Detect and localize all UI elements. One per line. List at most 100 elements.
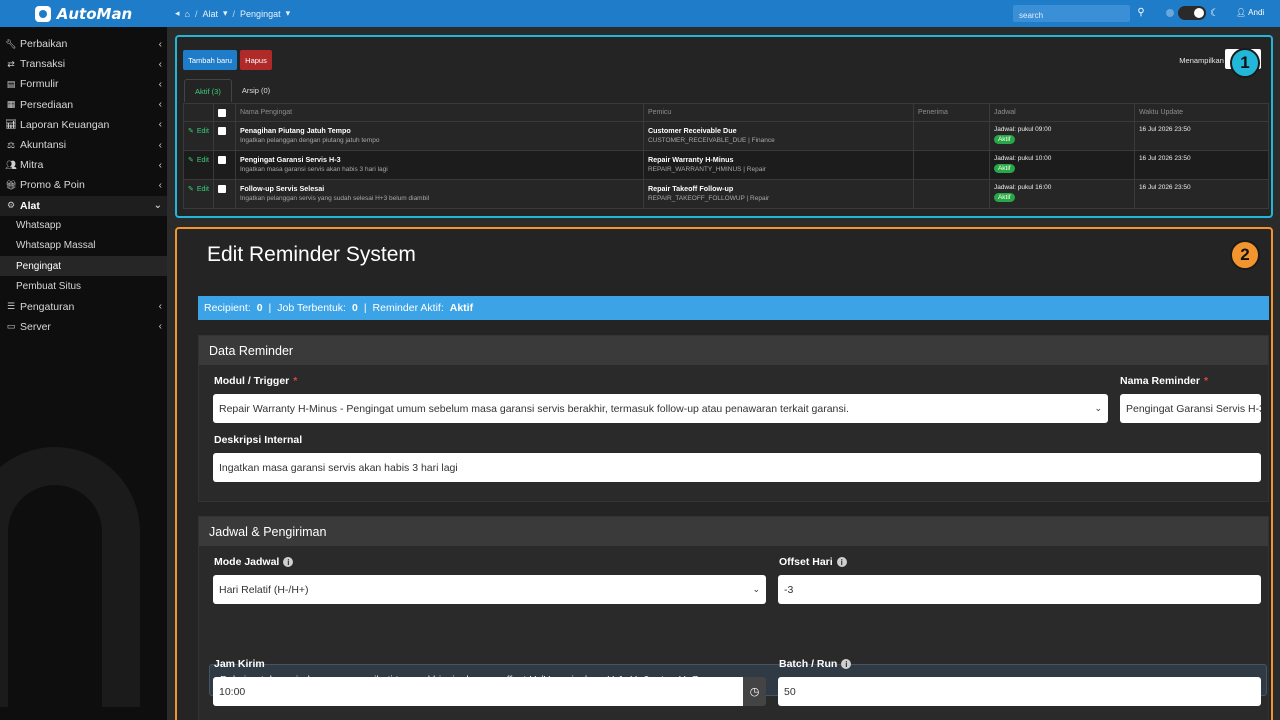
chevron-down-icon: ⌄ — [752, 584, 760, 594]
sun-icon — [1166, 9, 1174, 17]
theme-toggle[interactable] — [1178, 6, 1206, 20]
form-icon: ▤ — [6, 78, 16, 89]
sidebar-item-server[interactable]: ▭ Server ‹ — [0, 317, 167, 337]
sidebar-item-label: Laporan Keuangan — [20, 118, 110, 131]
recipient-label: Recipient: — [204, 302, 251, 314]
chevron-left-icon[interactable]: ◂ — [175, 8, 180, 19]
batch-run-input[interactable]: 50 — [778, 677, 1261, 706]
action-cell: ✎ Edit — [183, 150, 214, 180]
sidebar-item-pengaturan[interactable]: ☰ Pengaturan ‹ — [0, 296, 167, 316]
sidebar-item-persediaan[interactable]: ▦ Persediaan ‹ — [0, 95, 167, 115]
sidebar-item-transaksi[interactable]: ⇄ Transaksi ‹ — [0, 54, 167, 74]
status-badge: Aktif — [993, 164, 1015, 173]
action-cell: ✎ Edit — [183, 121, 214, 151]
edit-link[interactable]: ✎ Edit — [188, 127, 209, 136]
schedule-cell: Jadwal: pukul 09:00 Aktif — [988, 121, 1135, 151]
mode-label-text: Mode Jadwal — [214, 556, 280, 568]
info-icon[interactable]: i — [283, 557, 294, 567]
sidebar-item-promo-poin[interactable]: 🎁︎ Promo & Poin ‹ — [0, 175, 167, 195]
edit-link[interactable]: ✎ Edit — [188, 185, 209, 194]
table-header-action — [183, 103, 214, 122]
row-checkbox[interactable] — [217, 185, 226, 193]
delete-button[interactable]: Hapus — [240, 50, 272, 70]
mode-value: Hari Relatif (H-/H+) — [219, 583, 309, 596]
sidebar-item-mitra[interactable]: 👥︎ Mitra ‹ — [0, 155, 167, 175]
module-trigger-select[interactable]: Repair Warranty H-Minus - Pengingat umum… — [213, 394, 1108, 423]
select-all-checkbox[interactable] — [217, 109, 226, 117]
table-header-checkbox — [212, 103, 236, 122]
user-icon: 👤︎ — [1236, 8, 1247, 17]
trigger-cell: Repair Warranty H-Minus REPAIR_WARRANTY_H… — [642, 150, 914, 180]
checkbox-cell — [212, 121, 236, 151]
sidebar-item-label: Transaksi — [20, 58, 66, 71]
search-input[interactable] — [1013, 7, 1130, 24]
send-time-input[interactable]: 10:00 — [213, 677, 743, 706]
reminder-list-panel: Tambah baru Hapus Menampilkan 1 - 3 1 Ak… — [175, 35, 1273, 218]
search-box — [1013, 5, 1130, 24]
user-menu[interactable]: 👤︎ Andi — [1236, 8, 1264, 17]
sidebar-item-label: Akuntansi — [20, 139, 67, 152]
tab-aktif[interactable]: Aktif (3) — [184, 79, 232, 102]
table-header-recipient: Penerima — [912, 103, 990, 122]
search-icon[interactable]: ⚲ — [1134, 6, 1148, 20]
sidebar-item-formulir[interactable]: ▤ Formulir ‹ — [0, 74, 167, 94]
chevron-down-icon[interactable]: ▾ — [223, 8, 228, 19]
sidebar-subitem-whatsapp-massal[interactable]: Whatsapp Massal — [0, 236, 167, 256]
active-status: Aktif — [449, 302, 474, 314]
offset-days-input[interactable]: -3 — [778, 575, 1261, 604]
module-label-text: Modul / Trigger — [214, 375, 290, 387]
chevron-down-icon[interactable]: ▾ — [286, 8, 291, 19]
sidebar-item-laporan-keuangan[interactable]: 📊︎ Laporan Keuangan ‹ — [0, 115, 167, 135]
edit-label: Edit — [196, 127, 209, 135]
trigger-code: CUSTOMER_RECEIVABLE_DUE | Finance — [647, 137, 775, 144]
sidebar-item-label: Pengaturan — [20, 300, 75, 313]
required-marker: * — [293, 375, 298, 387]
row-checkbox[interactable] — [217, 156, 226, 164]
chevron-left-icon: ‹ — [158, 139, 162, 151]
name-label-text: Nama Reminder — [1120, 375, 1200, 387]
sidebar-item-label: Perbaikan — [20, 38, 68, 51]
updated-cell: 16 Jul 2026 23:50 — [1133, 179, 1270, 209]
edit-link[interactable]: ✎ Edit — [188, 156, 209, 165]
trigger-name: Repair Takeoff Follow-up — [647, 184, 734, 193]
updated-cell: 16 Jul 2026 23:50 — [1133, 121, 1270, 151]
row-checkbox[interactable] — [217, 127, 226, 135]
breadcrumb-alat[interactable]: Alat — [202, 9, 218, 19]
clock-icon[interactable]: ◷ — [743, 677, 766, 706]
schedule-card: Jadwal & Pengiriman Mode Jadwal i Hari Re… — [198, 516, 1269, 720]
edit-label: Edit — [196, 185, 209, 193]
tab-arsip[interactable]: Arsip (0) — [232, 79, 280, 102]
required-marker: * — [1203, 375, 1209, 387]
chevron-down-icon: ⌄ — [1094, 403, 1102, 413]
sidebar-subitem-pembuat-situs[interactable]: Pembuat Situs — [0, 276, 167, 296]
sidebar-item-akuntansi[interactable]: ⚖ Akuntansi ‹ — [0, 135, 167, 155]
sidebar-subitem-whatsapp[interactable]: Whatsapp — [0, 216, 167, 236]
sidebar-item-perbaikan[interactable]: 🔧︎ Perbaikan ‹ — [0, 34, 167, 54]
reminder-name: Follow-up Servis Selesai — [239, 184, 325, 193]
info-separator: | — [363, 302, 367, 314]
trigger-cell: Repair Takeoff Follow-up REPAIR_TAKEOFF_F… — [642, 179, 914, 209]
chevron-left-icon: ‹ — [158, 78, 162, 90]
trigger-code: REPAIR_TAKEOFF_FOLLOWUP | Repair — [647, 195, 770, 202]
table-header-trigger: Pemicu — [642, 103, 914, 122]
schedule-mode-select[interactable]: Hari Relatif (H-/H+) ⌄ — [213, 575, 766, 604]
recipient-cell — [912, 121, 990, 151]
sidebar-item-alat[interactable]: ⚙ Alat ⌄ — [0, 195, 167, 216]
updated-text: 16 Jul 2026 23:50 — [1138, 184, 1191, 191]
add-reminder-button[interactable]: Tambah baru — [183, 50, 237, 70]
brand[interactable]: AutoMan — [0, 0, 167, 27]
info-bar: Recipient: 0 | Job Terbentuk: 0 | Reminder… — [198, 296, 1269, 320]
description-input[interactable]: Ingatkan masa garansi servis akan habis … — [213, 453, 1261, 482]
sidebar-subitem-pengingat[interactable]: Pengingat — [0, 256, 167, 277]
recipient-cell — [912, 150, 990, 180]
mode-label: Mode Jadwal i — [214, 556, 294, 568]
info-icon[interactable]: i — [836, 557, 847, 567]
pencil-icon: ✎ — [188, 186, 194, 193]
breadcrumb: ◂ ⌂ / Alat ▾ / Pengingat ▾ — [175, 8, 290, 19]
reminder-name-input[interactable]: Pengingat Garansi Servis H-3 — [1120, 394, 1261, 423]
reminder-name: Pengingat Garansi Servis H-3 — [239, 155, 341, 164]
breadcrumb-pengingat[interactable]: Pengingat — [240, 9, 281, 19]
home-icon[interactable]: ⌂ — [185, 9, 190, 19]
gear-icon: ⚙ — [6, 200, 16, 211]
info-icon[interactable]: i — [841, 659, 852, 669]
